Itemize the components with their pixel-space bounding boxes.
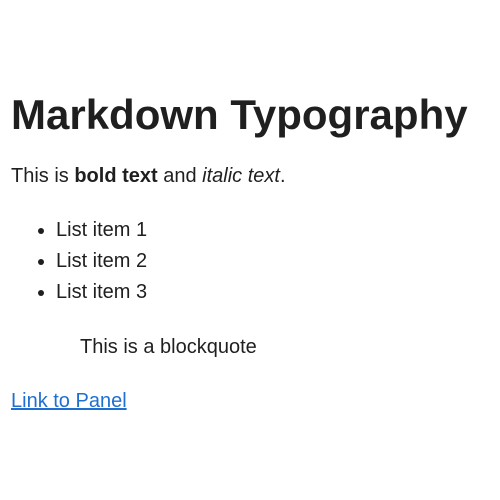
list-item: List item 2 (56, 246, 147, 277)
bullet-list: List item 1 List item 2 List item 3 (16, 215, 147, 308)
paragraph-prefix: This is (11, 165, 75, 187)
panel-link[interactable]: Link to Panel (11, 386, 127, 416)
list-item: List item 1 (56, 215, 147, 246)
markdown-panel: Markdown Typography This is bold text an… (0, 0, 500, 500)
italic-text: italic text (202, 165, 280, 187)
blockquote: This is a blockquote (80, 336, 257, 358)
paragraph-middle: and (157, 165, 203, 187)
page-title: Markdown Typography (11, 91, 468, 138)
list-item: List item 3 (56, 277, 147, 308)
bold-text: bold text (74, 165, 158, 187)
formatted-paragraph: This is bold text and italic text. (11, 161, 286, 191)
paragraph-suffix: . (279, 165, 286, 187)
